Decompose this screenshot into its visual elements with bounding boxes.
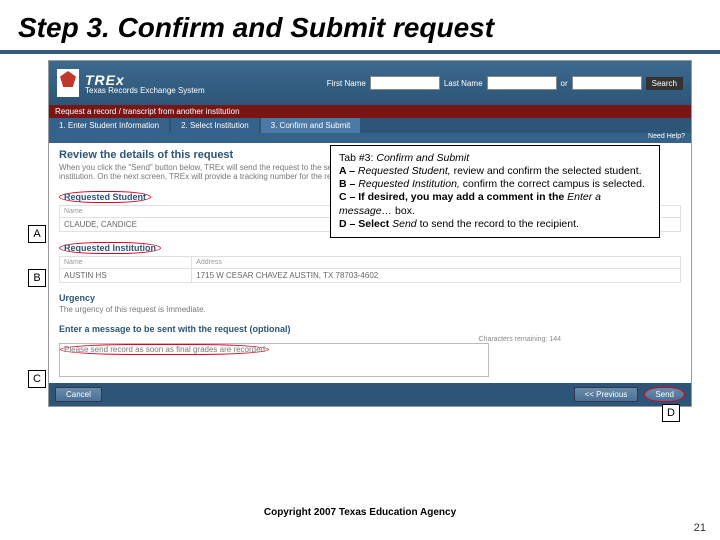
review-paragraph: When you click the "Send" button below, …: [59, 163, 359, 181]
inst-addr-value: 1715 W CESAR CHAVEZ AUSTIN, TX 78703-460…: [192, 269, 681, 283]
last-name-label: Last Name: [444, 79, 483, 88]
urgency-text: The urgency of this request is Immediate…: [59, 305, 359, 314]
title-underline: [0, 50, 720, 54]
inst-name-label: Name: [60, 257, 192, 269]
wizard-tabs: 1. Enter Student Information 2. Select I…: [49, 118, 691, 133]
header-search-area: First Name Last Name or Search: [327, 76, 683, 90]
student-name-value: CLAUDE, CANDICE: [60, 218, 371, 232]
page-number: 21: [694, 522, 706, 534]
chars-remaining: Characters remaining: 144: [59, 336, 681, 343]
marker-c: C: [28, 370, 46, 388]
or-label: or: [561, 79, 568, 88]
callout-overlay: Tab #3: Confirm and Submit A – Requested…: [330, 145, 660, 238]
marker-b: B: [28, 269, 46, 287]
message-heading: Enter a message to be sent with the requ…: [59, 324, 291, 334]
tab-select-institution[interactable]: 2. Select Institution: [171, 118, 259, 133]
marker-d: D: [662, 404, 680, 422]
urgency-heading: Urgency: [59, 293, 95, 303]
tab-student-info[interactable]: 1. Enter Student Information: [49, 118, 169, 133]
institution-table: NameAddress AUSTIN HS1715 W CESAR CHAVEZ…: [59, 256, 681, 283]
tab-confirm-submit[interactable]: 3. Confirm and Submit: [261, 118, 361, 133]
requested-institution-heading: Requested Institution: [59, 242, 161, 254]
message-textarea[interactable]: Please send record as soon as final grad…: [59, 343, 489, 377]
button-bar: Cancel << Previous Send: [49, 383, 691, 406]
message-sample-text: Please send record as soon as final grad…: [60, 344, 269, 355]
brand-subtitle: Texas Records Exchange System: [85, 86, 205, 95]
first-name-label: First Name: [327, 79, 366, 88]
previous-button[interactable]: << Previous: [574, 387, 639, 402]
inst-name-value: AUSTIN HS: [60, 269, 192, 283]
inst-addr-label: Address: [192, 257, 681, 269]
search-button[interactable]: Search: [646, 77, 683, 90]
cancel-button[interactable]: Cancel: [55, 387, 102, 402]
send-button[interactable]: Send: [644, 387, 685, 402]
last-name-input[interactable]: [487, 76, 557, 90]
request-bar: Request a record / transcript from anoth…: [49, 105, 691, 118]
app-header: TREx Texas Records Exchange System First…: [49, 61, 691, 105]
student-name-label: Name: [60, 206, 371, 218]
help-bar[interactable]: Need Help?: [49, 133, 691, 143]
texas-flag-logo: [57, 69, 79, 97]
marker-a: A: [28, 225, 46, 243]
copyright-footer: Copyright 2007 Texas Education Agency: [0, 507, 720, 518]
slide-title: Step 3. Confirm and Submit request: [0, 0, 720, 48]
first-name-input[interactable]: [370, 76, 440, 90]
tracking-input[interactable]: [572, 76, 642, 90]
requested-student-heading: Requested Student: [59, 191, 151, 203]
